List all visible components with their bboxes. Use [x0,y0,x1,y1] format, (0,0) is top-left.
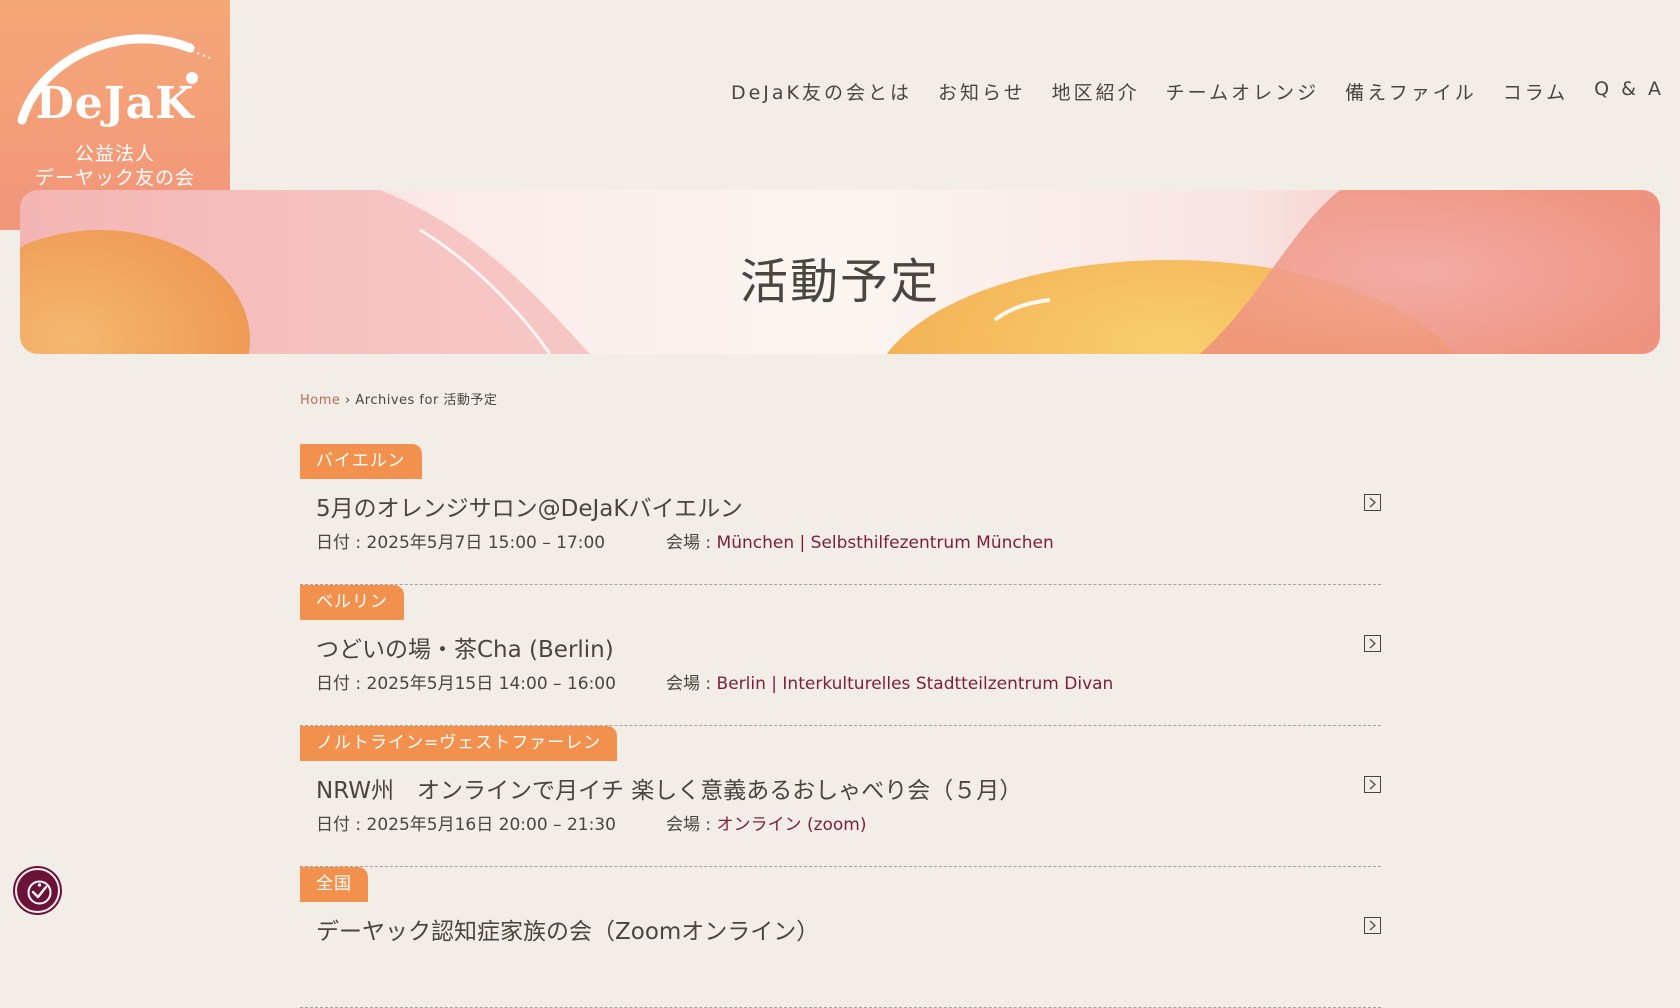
event-title[interactable]: デーヤック認知症家族の会（Zoomオンライン） [316,912,819,946]
event-region-tag[interactable]: 全国 [300,867,368,902]
nav-item-preparation-file[interactable]: 備えファイル [1345,78,1477,105]
arrow-right-icon[interactable] [1364,494,1381,511]
event-region-tag[interactable]: バイエルン [300,444,422,479]
nav-item-team-orange[interactable]: チームオレンジ [1166,78,1319,105]
event-date: 日付 : 2025年5月7日 15:00 – 17:00 [316,533,606,553]
breadcrumb-home[interactable]: Home [300,393,340,408]
page-title: 活動予定 [739,254,940,310]
event-venue: 会場 : オンライン (zoom) [666,810,867,835]
breadcrumb-current: Archives for 活動予定 [355,393,498,408]
nav-item-news[interactable]: お知らせ [938,78,1026,105]
event-venue: 会場 : München | Selbsthilfezentrum Münche… [666,528,1054,553]
arrow-right-icon[interactable] [1364,917,1381,934]
event-venue-label: 会場 : [666,674,717,694]
event-venue-label: 会場 : [666,533,717,553]
hero-banner: 活動予定 [20,190,1660,354]
logo-org-line2: デーヤック友の会 [34,167,195,189]
logo-org-name: 公益法人 デーヤック友の会 [0,142,230,190]
event-date: 日付 : 2025年5月15日 14:00 – 16:00 [316,674,616,694]
event-venue: 会場 : Berlin | Interkulturelles Stadtteil… [666,669,1113,694]
nav-item-about[interactable]: DeJaK友の会とは [731,78,912,105]
logo-org-line1: 公益法人 [74,143,155,165]
arrow-right-icon[interactable] [1364,776,1381,793]
breadcrumb: Home › Archives for 活動予定 [300,389,497,408]
event-venue-link[interactable]: オンライン (zoom) [717,815,867,835]
event-region-tag[interactable]: ノルトライン=ヴェストファーレン [300,726,618,761]
event-venue-label: 会場 : [666,815,717,835]
event-venue-link[interactable]: München | Selbsthilfezentrum München [717,533,1054,553]
event-list: バイエルン 5月のオレンジサロン@DeJaKバイエルン 日付 : 2025年5月… [300,444,1381,1008]
event-item[interactable]: ベルリン つどいの場・茶Cha (Berlin) 日付 : 2025年5月15日… [300,585,1381,726]
nav-item-regions[interactable]: 地区紹介 [1052,78,1140,105]
breadcrumb-separator: › [345,393,351,408]
event-venue-link[interactable]: Berlin | Interkulturelles Stadtteilzentr… [717,674,1114,694]
event-item[interactable]: バイエルン 5月のオレンジサロン@DeJaKバイエルン 日付 : 2025年5月… [300,444,1381,585]
event-region-tag[interactable]: ベルリン [300,585,404,620]
main-nav: DeJaK友の会とは お知らせ 地区紹介 チームオレンジ 備えファイル コラム … [731,78,1664,105]
event-item[interactable]: ノルトライン=ヴェストファーレン NRW州 オンラインで月イチ 楽しく意義あるお… [300,726,1381,867]
logo-wordmark: DeJaK [35,78,195,129]
arrow-right-icon[interactable] [1364,635,1381,652]
event-date: 日付 : 2025年5月16日 20:00 – 21:30 [316,815,616,835]
accessibility-icon [27,880,52,905]
event-title[interactable]: NRW州 オンラインで月イチ 楽しく意義あるおしゃべり会（５月） [316,771,1022,805]
nav-item-column[interactable]: コラム [1503,78,1568,105]
event-item[interactable]: 全国 デーヤック認知症家族の会（Zoomオンライン） [300,867,1381,1008]
event-title[interactable]: 5月のオレンジサロン@DeJaKバイエルン [316,489,743,523]
event-title[interactable]: つどいの場・茶Cha (Berlin) [316,630,614,664]
accessibility-button[interactable] [15,868,60,913]
nav-item-qa[interactable]: Q & A [1594,78,1664,105]
